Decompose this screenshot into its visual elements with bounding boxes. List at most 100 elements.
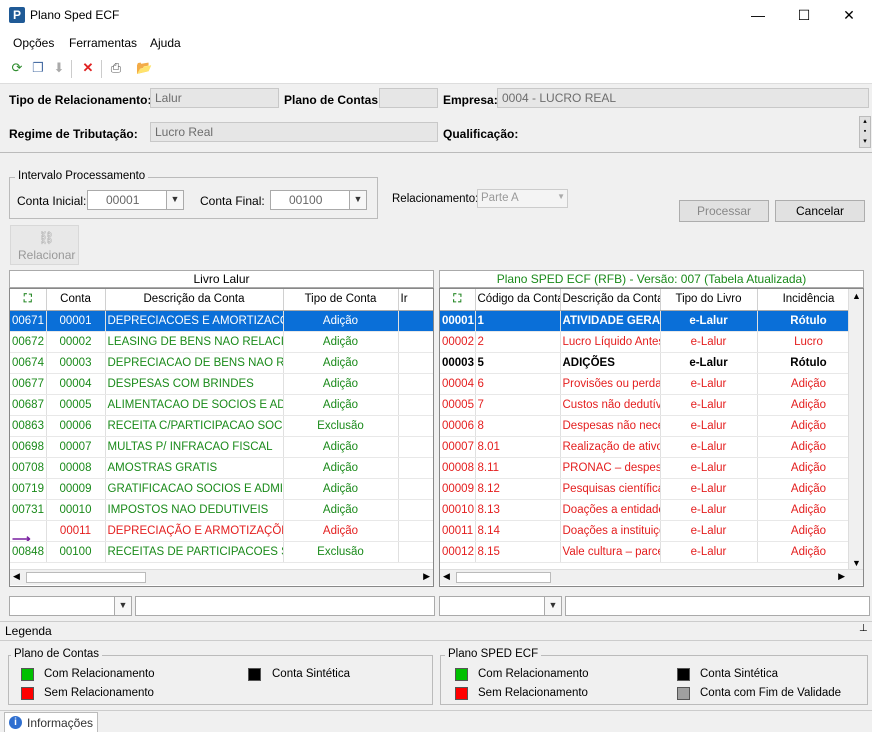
cell-id: 00674	[10, 352, 47, 374]
scroll-left-icon[interactable]: ◀	[443, 571, 450, 582]
table-row[interactable]: 00003 5 ADIÇÕES e-Lalur Rótulo	[440, 352, 861, 374]
table-row[interactable]: 0068700005ALIMENTACAO DE SOCIOS E ADMINA…	[10, 394, 433, 416]
right-vertical-scrollbar[interactable]: ▲ ▼	[848, 289, 863, 570]
right-search-input[interactable]	[565, 596, 870, 616]
table-row[interactable]: 00863 00006 RECEITA C/PARTICIPACAO SOCIET E…	[10, 415, 433, 437]
scroll-up-icon[interactable]: ▲	[852, 291, 861, 301]
table-row[interactable]: 00010 8.13 Doações a entidade e-Lalur Adição	[440, 499, 861, 521]
cell-extra	[398, 436, 433, 458]
close-button[interactable]: ✕	[826, 0, 872, 30]
legenda-bar	[0, 621, 872, 641]
header-scrollbar[interactable]: ▴ ▪ ▾	[859, 116, 871, 148]
scroll-left-icon[interactable]: ◀	[13, 571, 20, 582]
cell-descricao: Doações a instituiçõ	[560, 520, 661, 542]
cell-incidencia: Rótulo	[757, 352, 861, 374]
table-row[interactable]: 00007 8.01 Realização de ativos e-Lalur Adiç…	[440, 436, 861, 458]
com-relacionamento-label: Com Relacionamento	[44, 668, 155, 680]
table-row[interactable]: 00719 00009 GRATIFICACAO SOCIOS E ADMINIS A…	[10, 478, 433, 500]
chevron-down-icon[interactable]: ▼	[114, 597, 131, 615]
right-filter-select[interactable]: ▼	[439, 596, 562, 616]
scroll-right-icon[interactable]: ▶	[423, 571, 430, 582]
table-row[interactable]: 00731 00010 IMPOSTOS NAO DEDUTIVEIS Adição	[10, 499, 433, 521]
download-icon[interactable]: ⬇	[51, 60, 67, 76]
conta-final-select[interactable]: 00100 ▼	[270, 190, 367, 210]
column-header-icon[interactable]: ⛶	[10, 289, 47, 311]
right-horizontal-scrollbar[interactable]: ◀ ▶	[440, 569, 863, 585]
cell-id: 00002	[440, 331, 476, 353]
cell-id: 00003	[440, 352, 476, 374]
chevron-down-icon[interactable]: ▼	[166, 191, 183, 209]
relacionar-button[interactable]: ⛓ Relacionar	[10, 225, 79, 265]
column-header-tipo[interactable]: Tipo de Conta	[283, 289, 399, 311]
fim-validade-label: Conta com Fim de Validade	[700, 687, 842, 699]
conta-inicial-select[interactable]: 00001 ▼	[87, 190, 184, 210]
menu-ferramentas[interactable]: Ferramentas	[69, 36, 137, 50]
column-header-descricao[interactable]: Descrição da Conta	[105, 289, 284, 311]
scroll-thumb[interactable]	[26, 572, 146, 583]
processar-button[interactable]: Processar	[679, 200, 769, 222]
delete-icon[interactable]: ✕	[80, 60, 96, 76]
column-header-descricao[interactable]: Descrição da Conta	[560, 289, 661, 311]
left-horizontal-scrollbar[interactable]: ◀ ▶	[10, 569, 433, 585]
table-row[interactable]: 00011 8.14 Doações a instituiçõ e-Lalur Adiç…	[440, 520, 861, 542]
cell-incidencia: Adição	[757, 436, 861, 458]
table-row[interactable]: ⟶ 00011 DEPRECIAÇÃO E ARMOTIZAÇÕES Adição	[10, 520, 433, 542]
table-row[interactable]: 00001 1 ATIVIDADE GERA e-Lalur Rótulo	[440, 310, 861, 332]
cell-conta: 00008	[46, 457, 106, 479]
table-row[interactable]: 00002 2 Lucro Líquido Antes e-Lalur Lucro	[440, 331, 861, 353]
cell-incidencia: Adição	[757, 520, 861, 542]
cell-descricao: PRONAC – despesa	[560, 457, 661, 479]
open-folder-icon[interactable]: 📂	[136, 60, 152, 76]
informacoes-label: Informações	[27, 716, 94, 730]
scroll-down-icon[interactable]: ▼	[852, 558, 861, 568]
green-swatch	[455, 668, 468, 681]
cancelar-button[interactable]: Cancelar	[775, 200, 865, 222]
column-header-icon[interactable]: ⛶	[440, 289, 476, 311]
table-row[interactable]: 00012 8.15 Vale cultura – parce e-Lalur Adiç…	[440, 541, 861, 563]
scroll-thumb[interactable]	[456, 572, 551, 583]
table-row[interactable]: 00708 00008 AMOSTRAS GRATIS Adição	[10, 457, 433, 479]
table-row[interactable]: 00004 6 Provisões ou perdas e-Lalur Adição	[440, 373, 861, 395]
cell-conta: 00006	[46, 415, 106, 437]
plano-sped-header: Plano SPED ECF (RFB) - Versão: 007 (Tabe…	[439, 270, 864, 288]
table-row[interactable]: 0067400003DEPRECIACAO DE BENS NAO RELACA…	[10, 352, 433, 374]
table-row[interactable]: 0067100001DEPRECIACOES E AMORTIZACOES 1A…	[10, 310, 433, 332]
chevron-down-icon[interactable]: ▼	[557, 192, 565, 201]
cell-id: 00008	[440, 457, 476, 479]
table-row[interactable]: 0084800100RECEITAS DE PARTICIPACOES SOCE…	[10, 541, 433, 563]
pin-icon[interactable]: ⊥	[859, 623, 868, 634]
column-header-conta[interactable]: Conta	[46, 289, 106, 311]
table-row[interactable]: 0067200002LEASING DE BENS NAO RELACIONAI…	[10, 331, 433, 353]
relacionamento-select[interactable]: Parte A ▼	[477, 189, 568, 208]
table-row[interactable]: 00005 7 Custos não dedutíve e-Lalur Adição	[440, 394, 861, 416]
column-header-tipo-livro[interactable]: Tipo do Livro	[660, 289, 758, 311]
column-header-codigo[interactable]: Código da Conta	[475, 289, 561, 311]
cell-tipo: Adição	[283, 331, 399, 353]
table-row[interactable]: 00009 8.12 Pesquisas científicas e-Lalur Adi…	[440, 478, 861, 500]
table-row[interactable]: 00677 00004 DESPESAS COM BRINDES Adição	[10, 373, 433, 395]
left-filter-select[interactable]: ▼	[9, 596, 132, 616]
cell-incidencia: Adição	[757, 394, 861, 416]
informacoes-tab[interactable]: i Informações	[4, 712, 98, 732]
table-row[interactable]: 00006 8 Despesas não neces e-Lalur Adição	[440, 415, 861, 437]
table-row[interactable]: 00698 00007 MULTAS P/ INFRACAO FISCAL Adiçã…	[10, 436, 433, 458]
maximize-button[interactable]: ☐	[781, 0, 827, 30]
column-header-extra[interactable]: Ir	[398, 289, 433, 311]
chevron-down-icon[interactable]: ▼	[544, 597, 561, 615]
red-swatch	[21, 687, 34, 700]
column-header-incidencia[interactable]: Incidência	[757, 289, 861, 311]
scroll-right-icon[interactable]: ▶	[838, 571, 845, 582]
chevron-down-icon[interactable]: ▼	[349, 191, 366, 209]
menu-opcoes[interactable]: Opções	[13, 36, 54, 50]
table-row[interactable]: 00008 8.11 PRONAC – despesa e-Lalur Adição	[440, 457, 861, 479]
print-icon[interactable]: ⎙	[108, 60, 124, 76]
copy-icon[interactable]: ❐	[30, 60, 46, 76]
menu-ajuda[interactable]: Ajuda	[150, 36, 181, 50]
cell-descricao: Pesquisas científicas	[560, 478, 661, 500]
refresh-icon[interactable]: ⟳	[9, 60, 25, 76]
left-search-input[interactable]	[135, 596, 435, 616]
cell-tipo-livro: e-Lalur	[660, 415, 758, 437]
divider	[0, 152, 872, 153]
minimize-button[interactable]: —	[735, 0, 781, 30]
cell-tipo-livro: e-Lalur	[660, 520, 758, 542]
